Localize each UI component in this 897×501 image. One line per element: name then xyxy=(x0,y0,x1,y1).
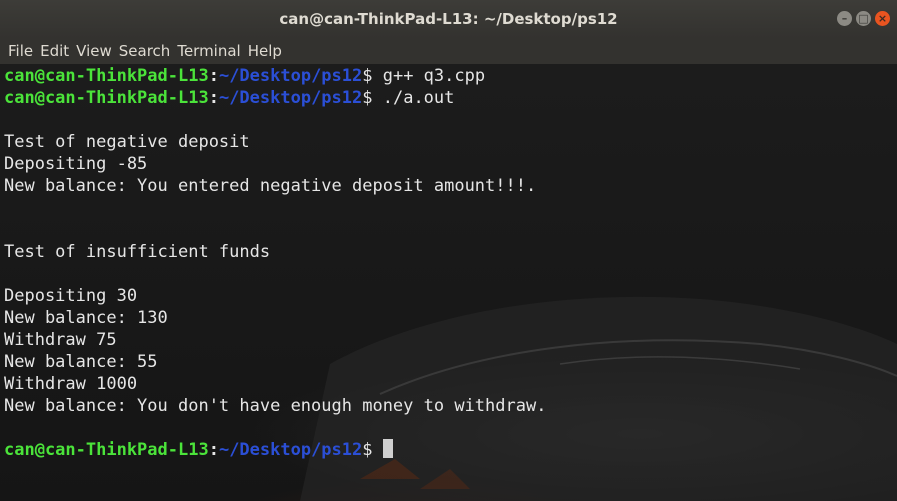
terminal-cursor xyxy=(382,439,393,458)
prompt-separator: : xyxy=(208,440,219,460)
output-text: New balance: 130 xyxy=(4,308,168,328)
output-line: Depositing 30 xyxy=(4,285,546,307)
output-text: Withdraw 1000 xyxy=(4,374,138,394)
output-line: Withdraw 1000 xyxy=(4,373,546,395)
prompt-line: can@can-ThinkPad-L13:~/Desktop/ps12$ g++… xyxy=(4,65,546,87)
prompt-symbol: $ xyxy=(362,66,383,86)
minimize-button[interactable]: – xyxy=(837,11,852,26)
output-line: New balance: You don't have enough money… xyxy=(4,395,546,417)
prompt-path: ~/Desktop/ps12 xyxy=(218,440,363,460)
prompt-user: can@can-ThinkPad-L13 xyxy=(4,440,209,460)
output-text: New balance: You entered negative deposi… xyxy=(4,176,537,196)
output-text: Depositing 30 xyxy=(4,286,138,306)
output-line: Withdraw 75 xyxy=(4,329,546,351)
prompt-line: can@can-ThinkPad-L13:~/Desktop/ps12$ ./a… xyxy=(4,87,546,109)
command-text: g++ q3.cpp xyxy=(382,66,486,86)
prompt-symbol: $ xyxy=(362,440,383,460)
window-title: can@can-ThinkPad-L13: ~/Desktop/ps12 xyxy=(279,10,618,28)
prompt-separator: : xyxy=(208,66,219,86)
maximize-button[interactable]: □ xyxy=(856,11,871,26)
output-text: Withdraw 75 xyxy=(4,330,117,350)
output-line: New balance: You entered negative deposi… xyxy=(4,175,546,197)
menu-file[interactable]: File xyxy=(8,42,33,60)
menu-help[interactable]: Help xyxy=(248,42,282,60)
command-text: ./a.out xyxy=(382,88,455,108)
output-line: Depositing -85 xyxy=(4,153,546,175)
menu-edit[interactable]: Edit xyxy=(40,42,69,60)
menu-bar: File Edit View Search Terminal Help xyxy=(0,38,897,64)
prompt-user: can@can-ThinkPad-L13 xyxy=(4,88,209,108)
output-line: New balance: 55 xyxy=(4,351,546,373)
output-line: Test of negative deposit xyxy=(4,131,546,153)
menu-terminal[interactable]: Terminal xyxy=(177,42,240,60)
output-text: Test of negative deposit xyxy=(4,132,250,152)
window-controls: – □ × xyxy=(837,11,890,26)
prompt-separator: : xyxy=(208,88,219,108)
prompt-path: ~/Desktop/ps12 xyxy=(218,88,363,108)
prompt-path: ~/Desktop/ps12 xyxy=(218,66,363,86)
output-text: New balance: You don't have enough money… xyxy=(4,396,547,416)
terminal-lines: can@can-ThinkPad-L13:~/Desktop/ps12$ g++… xyxy=(4,65,546,461)
output-text: New balance: 55 xyxy=(4,352,158,372)
prompt-symbol: $ xyxy=(362,88,383,108)
output-text: Depositing -85 xyxy=(4,154,148,174)
menu-search[interactable]: Search xyxy=(119,42,171,60)
output-text: Test of insufficient funds xyxy=(4,242,271,262)
prompt-line: can@can-ThinkPad-L13:~/Desktop/ps12$ xyxy=(4,439,546,461)
output-line: Test of insufficient funds xyxy=(4,241,546,263)
close-button[interactable]: × xyxy=(875,11,890,26)
terminal-output-area[interactable]: can@can-ThinkPad-L13:~/Desktop/ps12$ g++… xyxy=(0,64,897,501)
output-line: New balance: 130 xyxy=(4,307,546,329)
prompt-user: can@can-ThinkPad-L13 xyxy=(4,66,209,86)
window-titlebar[interactable]: can@can-ThinkPad-L13: ~/Desktop/ps12 – □… xyxy=(0,0,897,38)
menu-view[interactable]: View xyxy=(76,42,112,60)
